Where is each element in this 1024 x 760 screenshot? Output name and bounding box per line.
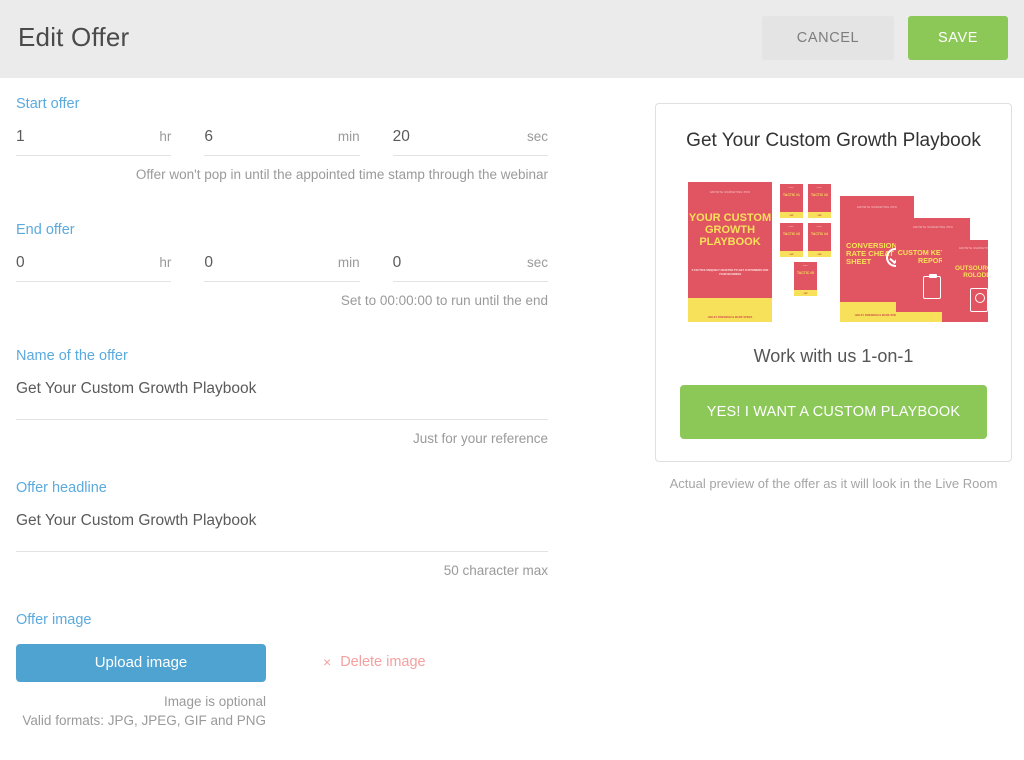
end-offer-hint: Set to 00:00:00 to run until the end bbox=[340, 293, 548, 308]
preview-subtitle: Work with us 1-on-1 bbox=[753, 346, 914, 366]
offer-image-upload-wrap: Upload image Image is optional Valid for… bbox=[16, 644, 266, 730]
product-mockup: GROWTH MARKETING PRO YOUR CUSTOM GROWTH … bbox=[680, 174, 988, 322]
mockup-tactic-eyebrow: GMP bbox=[816, 187, 823, 189]
offer-image-label: Offer image bbox=[16, 612, 92, 628]
mockup-main-eyebrow: GROWTH MARKETING PRO bbox=[709, 191, 751, 194]
mockup-tactic-authors: GMP bbox=[817, 253, 822, 256]
close-icon: × bbox=[323, 654, 332, 670]
start-offer-minutes-unit: min bbox=[337, 129, 360, 144]
delete-image-button[interactable]: × Delete image bbox=[323, 654, 426, 670]
rolodex-icon bbox=[970, 288, 988, 312]
mockup-tactic-authors: GMP bbox=[789, 214, 794, 217]
end-offer-minutes-unit: min bbox=[337, 255, 360, 270]
start-offer-seconds-cell[interactable]: sec bbox=[392, 128, 548, 156]
end-offer-minutes-input[interactable] bbox=[204, 254, 295, 272]
start-offer-hint: Offer won't pop in until the appointed t… bbox=[135, 167, 548, 182]
mockup-tactic-authors: GMP bbox=[817, 214, 822, 217]
mockup-tactic-authors: GMP bbox=[803, 292, 808, 295]
mockup-tactic-card: GMP TACTIC #5 GMP bbox=[794, 262, 817, 296]
mockup-main-authors: HAILEY FRIEDMAN & MARK SPERA bbox=[707, 315, 753, 319]
mockup-keyword-eyebrow: GROWTH MARKETING PRO bbox=[912, 226, 954, 229]
mockup-outsourcing-title: OUTSOURCING ROLODEX bbox=[955, 265, 988, 279]
save-button[interactable]: SAVE bbox=[908, 16, 1008, 60]
start-offer-hours-cell[interactable]: hr bbox=[16, 128, 172, 156]
end-offer-hours-unit: hr bbox=[159, 255, 172, 270]
preview-cta-button[interactable]: YES! I WANT A CUSTOM PLAYBOOK bbox=[680, 385, 987, 439]
mockup-tactic-eyebrow: GMP bbox=[788, 226, 795, 228]
offer-form: Start offer hr min sec Offer won't pop i… bbox=[16, 96, 548, 730]
mockup-main-book: GROWTH MARKETING PRO YOUR CUSTOM GROWTH … bbox=[688, 182, 772, 322]
mockup-main-subtitle: 5 TACTICS UNIQUELY CRAFTED TO GET CUSTOM… bbox=[691, 269, 769, 276]
mockup-tactic-eyebrow: GMP bbox=[802, 265, 809, 267]
offer-name-hint: Just for your reference bbox=[412, 431, 548, 446]
start-offer-hours-input[interactable] bbox=[16, 128, 106, 146]
start-offer-minutes-input[interactable] bbox=[204, 128, 295, 146]
delete-image-label: Delete image bbox=[340, 654, 426, 670]
mockup-main-title: YOUR CUSTOM GROWTH PLAYBOOK bbox=[688, 212, 772, 248]
mockup-tactic-title: TACTIC #3 bbox=[783, 232, 800, 236]
offer-headline-hint: 50 character max bbox=[443, 563, 548, 578]
start-offer-hours-unit: hr bbox=[159, 129, 172, 144]
start-offer-label: Start offer bbox=[16, 96, 80, 112]
mockup-tactic-authors: GMP bbox=[789, 253, 794, 256]
mockup-tactic-title: TACTIC #5 bbox=[797, 271, 814, 275]
preview-caption: Actual preview of the offer as it will l… bbox=[669, 476, 998, 491]
end-offer-label: End offer bbox=[16, 222, 75, 238]
start-offer-seconds-input[interactable] bbox=[392, 128, 483, 146]
mockup-tactic-title: TACTIC #4 bbox=[811, 232, 828, 236]
end-offer-seconds-unit: sec bbox=[526, 255, 548, 270]
offer-name-group: Name of the offer Just for your referenc… bbox=[16, 348, 548, 446]
mockup-outsourcing-eyebrow: GROWTH MARKETING PRO bbox=[958, 247, 988, 250]
end-offer-group: End offer hr min sec Set to 00:00:00 to … bbox=[16, 222, 548, 308]
offer-image-formats-hint: Valid formats: JPG, JPEG, GIF and PNG bbox=[22, 713, 266, 728]
preview-headline: Get Your Custom Growth Playbook bbox=[686, 130, 981, 151]
header-actions: CANCEL SAVE bbox=[762, 16, 1008, 60]
offer-preview-card: Get Your Custom Growth Playbook GROWTH M… bbox=[655, 103, 1012, 462]
cancel-button[interactable]: CANCEL bbox=[762, 16, 894, 60]
mockup-tactic-card: GMP TACTIC #2 GMP bbox=[808, 184, 831, 218]
end-offer-seconds-input[interactable] bbox=[392, 254, 483, 272]
mockup-tactic-card: GMP TACTIC #4 GMP bbox=[808, 223, 831, 257]
end-offer-minutes-cell[interactable]: min bbox=[204, 254, 360, 282]
offer-name-label: Name of the offer bbox=[16, 348, 128, 364]
mockup-tactic-title: TACTIC #1 bbox=[783, 193, 800, 197]
offer-headline-input[interactable] bbox=[16, 512, 548, 552]
start-offer-group: Start offer hr min sec Offer won't pop i… bbox=[16, 96, 548, 182]
offer-preview-column: Get Your Custom Growth Playbook GROWTH M… bbox=[655, 103, 1012, 491]
upload-image-button[interactable]: Upload image bbox=[16, 644, 266, 682]
page-title: Edit Offer bbox=[18, 22, 130, 52]
mockup-tactic-eyebrow: GMP bbox=[816, 226, 823, 228]
end-offer-hours-cell[interactable]: hr bbox=[16, 254, 172, 282]
mockup-tactic-card: GMP TACTIC #1 GMP bbox=[780, 184, 803, 218]
start-offer-minutes-cell[interactable]: min bbox=[204, 128, 360, 156]
offer-image-artwork: GROWTH MARKETING PRO YOUR CUSTOM GROWTH … bbox=[680, 174, 988, 322]
clipboard-icon bbox=[923, 274, 941, 299]
page-header: Edit Offer CANCEL SAVE bbox=[0, 0, 1024, 78]
end-offer-seconds-cell[interactable]: sec bbox=[392, 254, 548, 282]
start-offer-seconds-unit: sec bbox=[526, 129, 548, 144]
offer-image-hints: Image is optional Valid formats: JPG, JP… bbox=[16, 692, 266, 730]
end-offer-hours-input[interactable] bbox=[16, 254, 106, 272]
mockup-tactic-card: GMP TACTIC #3 GMP bbox=[780, 223, 803, 257]
mockup-outsourcing-rolodex: GROWTH MARKETING PRO OUTSOURCING ROLODEX… bbox=[942, 240, 988, 322]
mockup-tactic-eyebrow: GMP bbox=[788, 187, 795, 189]
offer-headline-group: Offer headline 50 character max bbox=[16, 480, 548, 578]
offer-name-input[interactable] bbox=[16, 380, 548, 420]
offer-image-group: Offer image Upload image Image is option… bbox=[16, 612, 548, 730]
offer-image-optional-hint: Image is optional bbox=[163, 694, 266, 709]
mockup-conversion-eyebrow: GROWTH MARKETING PRO bbox=[856, 206, 898, 209]
offer-image-row: Upload image Image is optional Valid for… bbox=[16, 644, 548, 730]
mockup-tactic-title: TACTIC #2 bbox=[811, 193, 828, 197]
offer-headline-label: Offer headline bbox=[16, 480, 107, 496]
end-offer-time-row: hr min sec bbox=[16, 254, 548, 282]
start-offer-time-row: hr min sec bbox=[16, 128, 548, 156]
